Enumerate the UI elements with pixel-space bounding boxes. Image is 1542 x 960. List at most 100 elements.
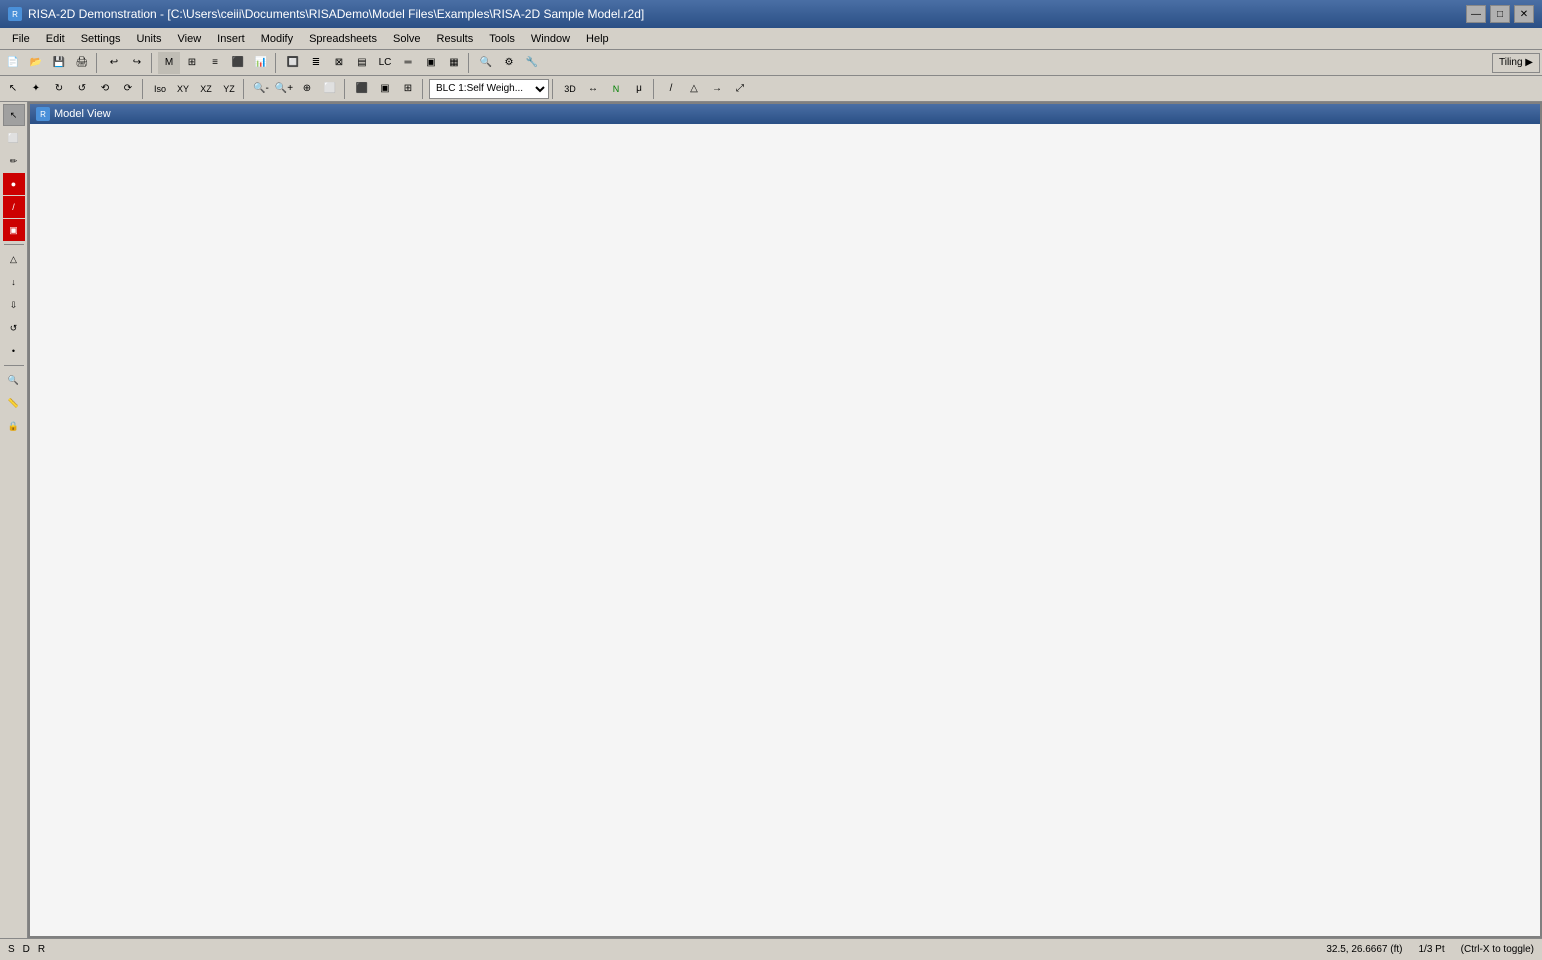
zoom-out-btn[interactable]: 🔍- <box>250 78 272 100</box>
tool9[interactable]: LC <box>374 52 396 74</box>
tool-b[interactable]: ↻ <box>48 78 70 100</box>
sep6 <box>243 79 247 99</box>
tool6[interactable]: ≣ <box>305 52 327 74</box>
pointer-tool[interactable]: ↖ <box>3 104 25 126</box>
tool8[interactable]: ▤ <box>351 52 373 74</box>
member-tool[interactable]: / <box>3 196 25 218</box>
toolbar-1: 📄 📂 💾 🖨 ↩ ↪ M ⊞ ≡ ⬛ 📊 🔲 ≣ ⊠ ▤ LC ═ ▣ ▦ 🔍… <box>0 50 1542 76</box>
menu-item-view[interactable]: View <box>170 31 210 47</box>
menu-item-file[interactable]: File <box>4 31 38 47</box>
tool1[interactable]: ⊞ <box>181 52 203 74</box>
tool4[interactable]: 📊 <box>250 52 272 74</box>
bc-tool[interactable]: △ <box>3 248 25 270</box>
model-view-icon: R <box>36 107 50 121</box>
content-area: R Model View Y X Demonstration Version <box>28 102 1542 938</box>
menu-item-solve[interactable]: Solve <box>385 31 429 47</box>
draw-arrow-btn[interactable]: → <box>706 78 728 100</box>
tool13[interactable]: 🔍 <box>475 52 497 74</box>
tool-a[interactable]: ✦ <box>25 78 47 100</box>
maximize-button[interactable]: □ <box>1490 5 1510 23</box>
menu-item-window[interactable]: Window <box>523 31 578 47</box>
undo-btn[interactable]: ↩ <box>103 52 125 74</box>
select-tool[interactable]: ⬜ <box>3 127 25 149</box>
window-controls: — □ ✕ <box>1466 5 1534 23</box>
measure-tool[interactable]: 📏 <box>3 392 25 414</box>
model-view-title: Model View <box>54 108 111 120</box>
tool-d[interactable]: ⟲ <box>94 78 116 100</box>
xy-btn[interactable]: XY <box>172 78 194 100</box>
dist-tool[interactable]: ⇩ <box>3 294 25 316</box>
model-btn[interactable]: M <box>158 52 180 74</box>
new-btn[interactable]: 📄 <box>2 52 24 74</box>
move-btn[interactable]: ⤢ <box>729 78 751 100</box>
tool5[interactable]: 🔲 <box>282 52 304 74</box>
zoom-box-btn[interactable]: ⬜ <box>319 78 341 100</box>
coordinates: 32.5, 26.6667 (ft) <box>1326 944 1402 955</box>
load-tool[interactable]: ↓ <box>3 271 25 293</box>
tool7[interactable]: ⊠ <box>328 52 350 74</box>
tool-c[interactable]: ↺ <box>71 78 93 100</box>
print-btn[interactable]: 🖨 <box>71 52 93 74</box>
statusbar-right: 32.5, 26.6667 (ft) 1/3 Pt (Ctrl-X to tog… <box>1326 944 1534 955</box>
save-btn[interactable]: 💾 <box>48 52 70 74</box>
zoom-in-btn[interactable]: 🔍+ <box>273 78 295 100</box>
app-icon: R <box>8 7 22 21</box>
moment-tool[interactable]: ↺ <box>3 317 25 339</box>
n-btn[interactable]: N <box>605 78 627 100</box>
open-btn[interactable]: 📂 <box>25 52 47 74</box>
left-sidebar: ↖ ⬜ ✏ ● / ▣ △ ↓ ⇩ ↺ • 🔍 📏 🔒 <box>0 102 28 938</box>
status-d: D <box>23 944 30 955</box>
status-r: R <box>38 944 45 955</box>
draw-line-btn[interactable]: / <box>660 78 682 100</box>
menu-item-spreadsheets[interactable]: Spreadsheets <box>301 31 385 47</box>
display-btn[interactable]: ▣ <box>374 78 396 100</box>
3d-btn[interactable]: 3D <box>559 78 581 100</box>
tool15[interactable]: 🔧 <box>521 52 543 74</box>
point-tool[interactable]: • <box>3 340 25 362</box>
node-tool[interactable]: ● <box>3 173 25 195</box>
redo-btn[interactable]: ↪ <box>126 52 148 74</box>
menu-item-modify[interactable]: Modify <box>253 31 301 47</box>
xz-btn[interactable]: XZ <box>195 78 217 100</box>
render-btn[interactable]: ⬛ <box>351 78 373 100</box>
copy-view-btn[interactable]: ⊞ <box>397 78 419 100</box>
main-area: ↖ ⬜ ✏ ● / ▣ △ ↓ ⇩ ↺ • 🔍 📏 🔒 R Model View <box>0 102 1542 938</box>
mu-btn[interactable]: μ <box>628 78 650 100</box>
sep5 <box>142 79 146 99</box>
annotate-tool[interactable]: 🔒 <box>3 415 25 437</box>
zoom-fit-btn[interactable]: ⊕ <box>296 78 318 100</box>
minimize-button[interactable]: — <box>1466 5 1486 23</box>
select-btn[interactable]: ↖ <box>2 78 24 100</box>
sidebar-sep2 <box>4 365 24 366</box>
statusbar: S D R 32.5, 26.6667 (ft) 1/3 Pt (Ctrl-X … <box>0 938 1542 960</box>
menu-item-edit[interactable]: Edit <box>38 31 73 47</box>
menu-item-help[interactable]: Help <box>578 31 617 47</box>
close-button[interactable]: ✕ <box>1514 5 1534 23</box>
model-view-window: R Model View Y X Demonstration Version <box>28 102 1542 938</box>
tool10[interactable]: ═ <box>397 52 419 74</box>
plate-tool[interactable]: ▣ <box>3 219 25 241</box>
draw-tool[interactable]: ✏ <box>3 150 25 172</box>
tiling-button[interactable]: Tiling ▶ <box>1492 53 1540 73</box>
tool2[interactable]: ≡ <box>204 52 226 74</box>
iso-btn[interactable]: Iso <box>149 78 171 100</box>
menu-item-tools[interactable]: Tools <box>481 31 523 47</box>
menu-item-results[interactable]: Results <box>429 31 482 47</box>
menu-item-settings[interactable]: Settings <box>73 31 129 47</box>
sep7 <box>344 79 348 99</box>
menu-item-units[interactable]: Units <box>128 31 169 47</box>
yz-btn[interactable]: YZ <box>218 78 240 100</box>
menu-item-insert[interactable]: Insert <box>209 31 253 47</box>
titlebar: R RISA-2D Demonstration - [C:\Users\ceii… <box>0 0 1542 28</box>
tool-e[interactable]: ⟳ <box>117 78 139 100</box>
statusbar-left: S D R <box>8 944 45 955</box>
load-case-dropdown[interactable]: BLC 1:Self Weigh... <box>429 79 549 99</box>
tool12[interactable]: ▦ <box>443 52 465 74</box>
model-view-titlebar: R Model View <box>30 104 1540 124</box>
tool3[interactable]: ⬛ <box>227 52 249 74</box>
flip-btn[interactable]: ↔ <box>582 78 604 100</box>
tool14[interactable]: ⚙ <box>498 52 520 74</box>
zoom-tool[interactable]: 🔍 <box>3 369 25 391</box>
tool11[interactable]: ▣ <box>420 52 442 74</box>
draw-poly-btn[interactable]: △ <box>683 78 705 100</box>
